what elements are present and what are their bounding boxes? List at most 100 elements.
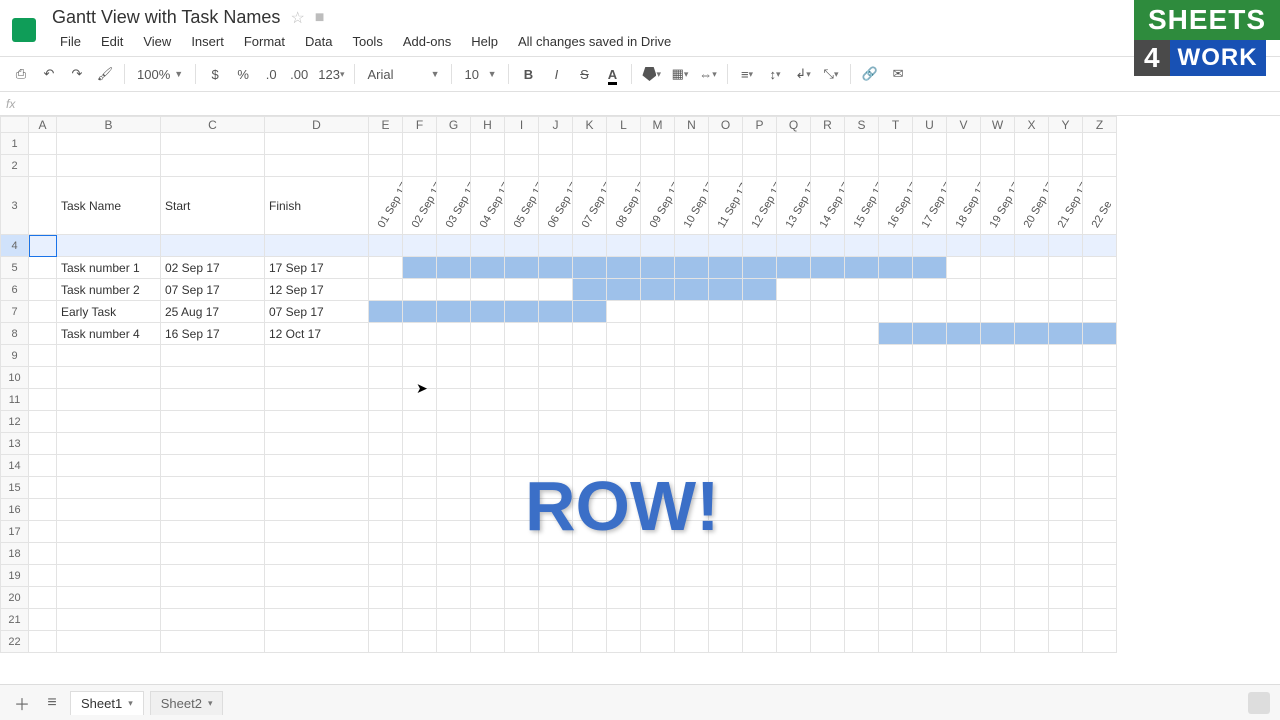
cell-B1[interactable]	[57, 133, 161, 155]
col-header-X[interactable]: X	[1015, 117, 1049, 133]
cell-Z22[interactable]	[1083, 631, 1117, 653]
print-icon[interactable]: ⎙	[8, 61, 34, 87]
cell-G4[interactable]	[437, 235, 471, 257]
cell-M22[interactable]	[641, 631, 675, 653]
cell-N1[interactable]	[675, 133, 709, 155]
cell-H2[interactable]	[471, 155, 505, 177]
menu-insert[interactable]: Insert	[183, 30, 232, 53]
cell-U20[interactable]	[913, 587, 947, 609]
cell-C19[interactable]	[161, 565, 265, 587]
cell-Y12[interactable]	[1049, 411, 1083, 433]
cell-S3[interactable]: 15 Sep 17	[845, 177, 879, 235]
cell-C20[interactable]	[161, 587, 265, 609]
cell-Y17[interactable]	[1049, 521, 1083, 543]
cell-X8[interactable]	[1015, 323, 1049, 345]
cell-B15[interactable]	[57, 477, 161, 499]
cell-W1[interactable]	[981, 133, 1015, 155]
cell-T1[interactable]	[879, 133, 913, 155]
cell-K20[interactable]	[573, 587, 607, 609]
cell-E9[interactable]	[369, 345, 403, 367]
cell-D20[interactable]	[265, 587, 369, 609]
cell-F6[interactable]	[403, 279, 437, 301]
cell-U6[interactable]	[913, 279, 947, 301]
cell-P18[interactable]	[743, 543, 777, 565]
cell-V17[interactable]	[947, 521, 981, 543]
cell-G14[interactable]	[437, 455, 471, 477]
cell-W20[interactable]	[981, 587, 1015, 609]
cell-L6[interactable]	[607, 279, 641, 301]
row-header-5[interactable]: 5	[1, 257, 29, 279]
cell-M8[interactable]	[641, 323, 675, 345]
cell-X12[interactable]	[1015, 411, 1049, 433]
cell-D9[interactable]	[265, 345, 369, 367]
cell-T19[interactable]	[879, 565, 913, 587]
cell-V6[interactable]	[947, 279, 981, 301]
row-header-10[interactable]: 10	[1, 367, 29, 389]
cell-J12[interactable]	[539, 411, 573, 433]
cell-U4[interactable]	[913, 235, 947, 257]
cell-L10[interactable]	[607, 367, 641, 389]
cell-R6[interactable]	[811, 279, 845, 301]
cell-M4[interactable]	[641, 235, 675, 257]
cell-Y10[interactable]	[1049, 367, 1083, 389]
cell-Q10[interactable]	[777, 367, 811, 389]
cell-Z13[interactable]	[1083, 433, 1117, 455]
cell-S10[interactable]	[845, 367, 879, 389]
cell-B11[interactable]	[57, 389, 161, 411]
cell-H9[interactable]	[471, 345, 505, 367]
cell-Z21[interactable]	[1083, 609, 1117, 631]
cell-U16[interactable]	[913, 499, 947, 521]
cell-Z11[interactable]	[1083, 389, 1117, 411]
col-header-Z[interactable]: Z	[1083, 117, 1117, 133]
cell-C16[interactable]	[161, 499, 265, 521]
cell-G16[interactable]	[437, 499, 471, 521]
cell-B13[interactable]	[57, 433, 161, 455]
col-header-P[interactable]: P	[743, 117, 777, 133]
cell-K11[interactable]	[573, 389, 607, 411]
cell-D15[interactable]	[265, 477, 369, 499]
cell-O2[interactable]	[709, 155, 743, 177]
halign-icon[interactable]: ≡▾	[734, 61, 760, 87]
cell-T12[interactable]	[879, 411, 913, 433]
cell-S1[interactable]	[845, 133, 879, 155]
cell-X21[interactable]	[1015, 609, 1049, 631]
col-header-K[interactable]: K	[573, 117, 607, 133]
cell-K8[interactable]	[573, 323, 607, 345]
cell-C18[interactable]	[161, 543, 265, 565]
cell-P9[interactable]	[743, 345, 777, 367]
cell-N13[interactable]	[675, 433, 709, 455]
cell-V10[interactable]	[947, 367, 981, 389]
cell-I10[interactable]	[505, 367, 539, 389]
cell-V16[interactable]	[947, 499, 981, 521]
cell-M10[interactable]	[641, 367, 675, 389]
cell-A7[interactable]	[29, 301, 57, 323]
cell-O6[interactable]	[709, 279, 743, 301]
cell-I22[interactable]	[505, 631, 539, 653]
cell-Q9[interactable]	[777, 345, 811, 367]
cell-A6[interactable]	[29, 279, 57, 301]
cell-P16[interactable]	[743, 499, 777, 521]
cell-S21[interactable]	[845, 609, 879, 631]
cell-S17[interactable]	[845, 521, 879, 543]
cell-R11[interactable]	[811, 389, 845, 411]
cell-B16[interactable]	[57, 499, 161, 521]
spreadsheet-grid[interactable]: ABCDEFGHIJKLMNOPQRSTUVWXYZ123Task NameSt…	[0, 116, 1280, 676]
cell-T13[interactable]	[879, 433, 913, 455]
row-header-7[interactable]: 7	[1, 301, 29, 323]
menu-help[interactable]: Help	[463, 30, 506, 53]
cell-W7[interactable]	[981, 301, 1015, 323]
cell-I1[interactable]	[505, 133, 539, 155]
cell-G10[interactable]	[437, 367, 471, 389]
cell-S13[interactable]	[845, 433, 879, 455]
cell-T21[interactable]	[879, 609, 913, 631]
all-sheets-icon[interactable]: ≡	[40, 691, 64, 715]
cell-F4[interactable]	[403, 235, 437, 257]
cell-N22[interactable]	[675, 631, 709, 653]
cell-X5[interactable]	[1015, 257, 1049, 279]
cell-F1[interactable]	[403, 133, 437, 155]
cell-P17[interactable]	[743, 521, 777, 543]
cell-U1[interactable]	[913, 133, 947, 155]
cell-U3[interactable]: 17 Sep 17	[913, 177, 947, 235]
cell-U17[interactable]	[913, 521, 947, 543]
paint-format-icon[interactable]: 🖌	[92, 61, 118, 87]
